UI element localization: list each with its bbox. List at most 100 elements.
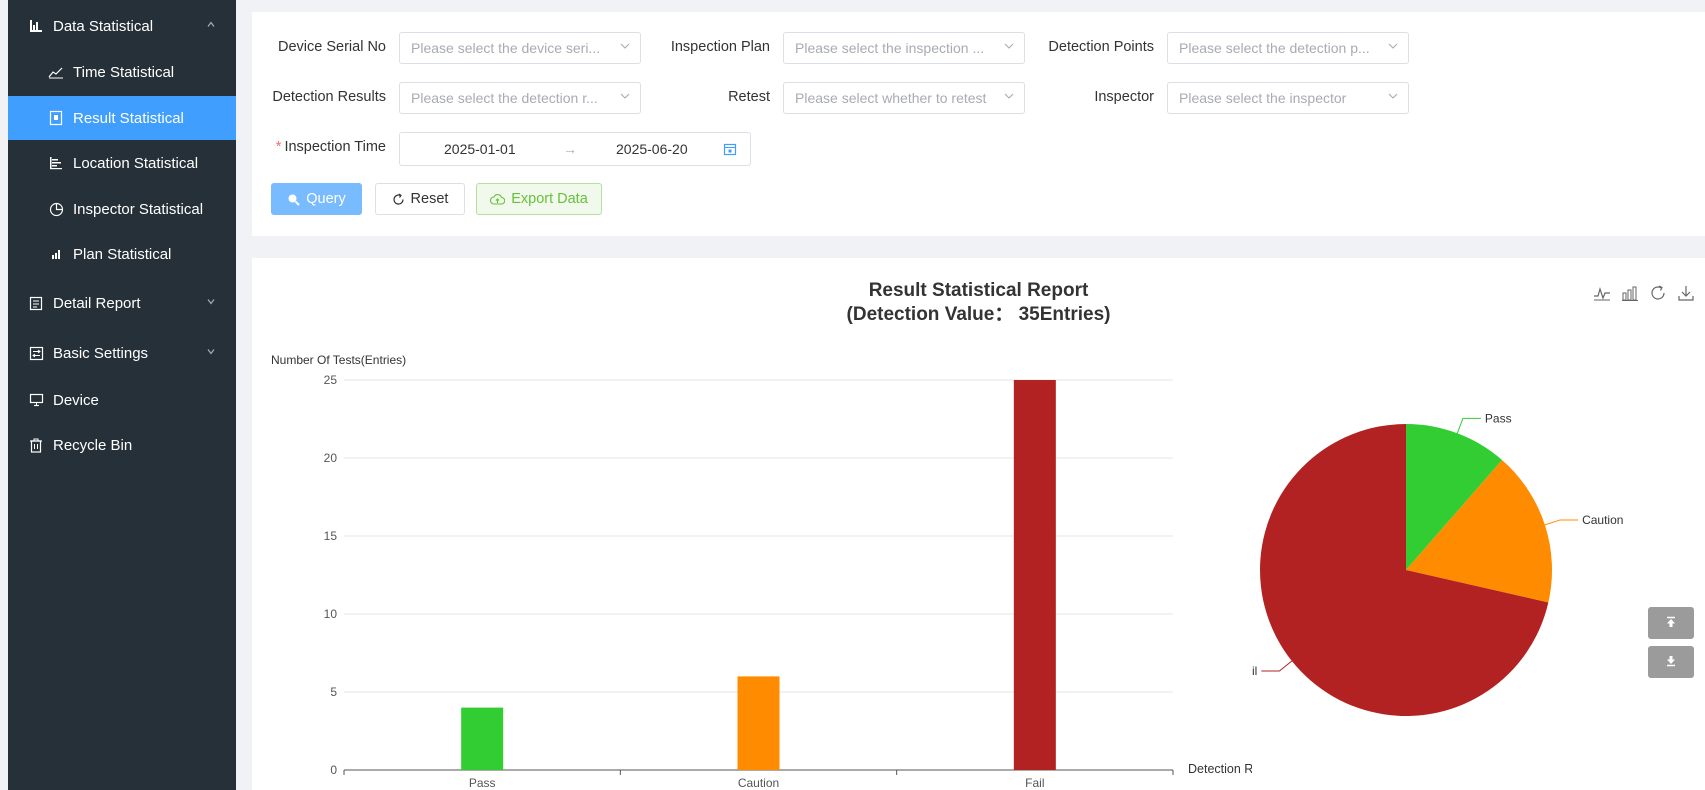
x-tick-label: Pass [469,776,496,790]
chevron-down-icon [1388,93,1398,99]
report-icon [28,295,44,311]
detection-points-label: Detection Points [1048,39,1154,55]
filter-panel: Device Serial No Please select the devic… [252,12,1705,236]
location-bars-icon [48,155,64,171]
query-button-label: Query [306,191,346,207]
scroll-bottom-button[interactable] [1648,646,1694,678]
sidebar-item-label: Data Statistical [53,17,154,35]
sidebar-item-recycle-bin[interactable]: Recycle Bin [8,423,236,467]
recycle-bin-icon [28,437,44,453]
pie-label: Caution [1582,513,1623,527]
sidebar-item-detail-report[interactable]: Detail Report [8,281,236,325]
bar-chart: Number Of Tests(Entries) Detection Resul… [271,353,1252,790]
chevron-down-icon [1004,43,1014,49]
query-button[interactable]: Query [271,183,362,215]
export-data-button-label: Export Data [511,191,588,207]
chevron-up-icon [206,20,216,33]
inspection-plan-select[interactable]: Please select the inspection ... [783,32,1025,64]
inspection-time-label: Inspection Time [284,139,386,155]
sidebar-item-label: Recycle Bin [53,436,133,454]
x-axis-label: Detection Results [1188,762,1252,776]
settings-icon [28,345,44,361]
detection-points-placeholder: Please select the detection p... [1179,40,1370,56]
calendar-icon[interactable] [723,142,737,159]
x-tick-label: Fail [1025,776,1044,790]
sidebar-item-basic-settings[interactable]: Basic Settings [8,331,236,375]
sidebar-item-location-statistical[interactable]: Location Statistical [8,141,236,185]
x-tick-label: Caution [738,776,779,790]
inspector-select[interactable]: Please select the inspector [1167,82,1409,114]
chevron-down-icon [206,347,216,360]
export-data-button[interactable]: Export Data [476,183,602,215]
cloud-upload-icon [490,193,506,206]
y-tick-label: 15 [324,529,338,543]
pie-label-line [1261,660,1293,672]
chart-panel: Result Statistical Report (Detection Val… [252,258,1705,790]
sidebar-item-label: Time Statistical [73,63,175,81]
retest-select[interactable]: Please select whether to retest [783,82,1025,114]
bar-chart-icon [28,18,44,34]
y-tick-label: 25 [324,373,338,387]
sidebar-item-plan-statistical[interactable]: Plan Statistical [8,232,236,276]
y-tick-label: 20 [324,451,338,465]
pie-label-line [1456,417,1481,434]
scroll-top-button[interactable] [1648,607,1694,639]
end-date-input[interactable]: 2025-06-20 [616,141,688,157]
inspector-placeholder: Please select the inspector [1179,90,1347,106]
app: Data Statistical Time Statistical Result… [0,0,1705,790]
sidebar-item-label: Result Statistical [73,109,184,127]
sidebar-item-device[interactable]: Device [8,378,236,422]
sidebar-item-label: Location Statistical [73,154,199,172]
required-asterisk: * [275,139,282,155]
start-date-input[interactable]: 2025-01-01 [444,141,516,157]
sidebar-item-data-statistical[interactable]: Data Statistical [8,4,236,48]
reset-button-label: Reset [410,191,449,207]
chevron-down-icon [1004,93,1014,99]
retest-label: Retest [728,89,770,105]
plan-chart-icon [48,246,64,262]
arrow-to-top-icon [1665,615,1677,631]
device-icon [28,392,44,408]
device-serial-label: Device Serial No [278,39,386,55]
reset-button[interactable]: Reset [375,183,465,215]
y-tick-label: 0 [330,763,337,777]
refresh-icon [392,193,405,206]
inspection-time-range[interactable]: 2025-01-01 → 2025-06-20 [399,132,751,166]
y-tick-label: 10 [324,607,338,621]
detection-results-placeholder: Please select the detection r... [411,90,598,106]
bar-fail[interactable] [1013,380,1056,770]
inspector-label: Inspector [1094,89,1154,105]
device-serial-placeholder: Please select the device seri... [411,40,601,56]
device-serial-select[interactable]: Please select the device seri... [399,32,641,64]
pie-label-line [1544,519,1579,526]
sidebar-item-label: Device [53,391,99,409]
inspection-plan-placeholder: Please select the inspection ... [795,40,985,56]
search-icon [287,193,300,206]
line-chart-icon [48,64,64,80]
sidebar-item-result-statistical[interactable]: Result Statistical [8,96,236,140]
range-separator: → [563,141,577,157]
inspection-plan-label: Inspection Plan [670,39,770,55]
sidebar-item-label: Detail Report [53,294,141,312]
chevron-down-icon [620,93,630,99]
detection-results-label: Detection Results [272,89,386,105]
arrow-to-bottom-icon [1665,654,1677,670]
chevron-down-icon [206,297,216,310]
sidebar-item-label: Inspector Statistical [73,200,204,218]
chevron-down-icon [620,43,630,49]
pie-label: Pass [1485,411,1512,425]
bar-caution[interactable] [737,676,780,770]
detection-results-select[interactable]: Please select the detection r... [399,82,641,114]
pie-chart-icon [48,201,64,217]
inspection-time-label-wrap: * Inspection Time [252,139,386,155]
sidebar-item-inspector-statistical[interactable]: Inspector Statistical [8,187,236,231]
chevron-down-icon [1388,43,1398,49]
y-tick-label: 5 [330,685,337,699]
sidebar-item-label: Plan Statistical [73,245,172,263]
detection-points-select[interactable]: Please select the detection p... [1167,32,1409,64]
sidebar: Data Statistical Time Statistical Result… [8,0,236,790]
bar-pass[interactable] [461,707,504,770]
pie-chart: Pass Caution Fail [1252,411,1623,716]
sidebar-item-label: Basic Settings [53,344,149,362]
sidebar-item-time-statistical[interactable]: Time Statistical [8,50,236,94]
